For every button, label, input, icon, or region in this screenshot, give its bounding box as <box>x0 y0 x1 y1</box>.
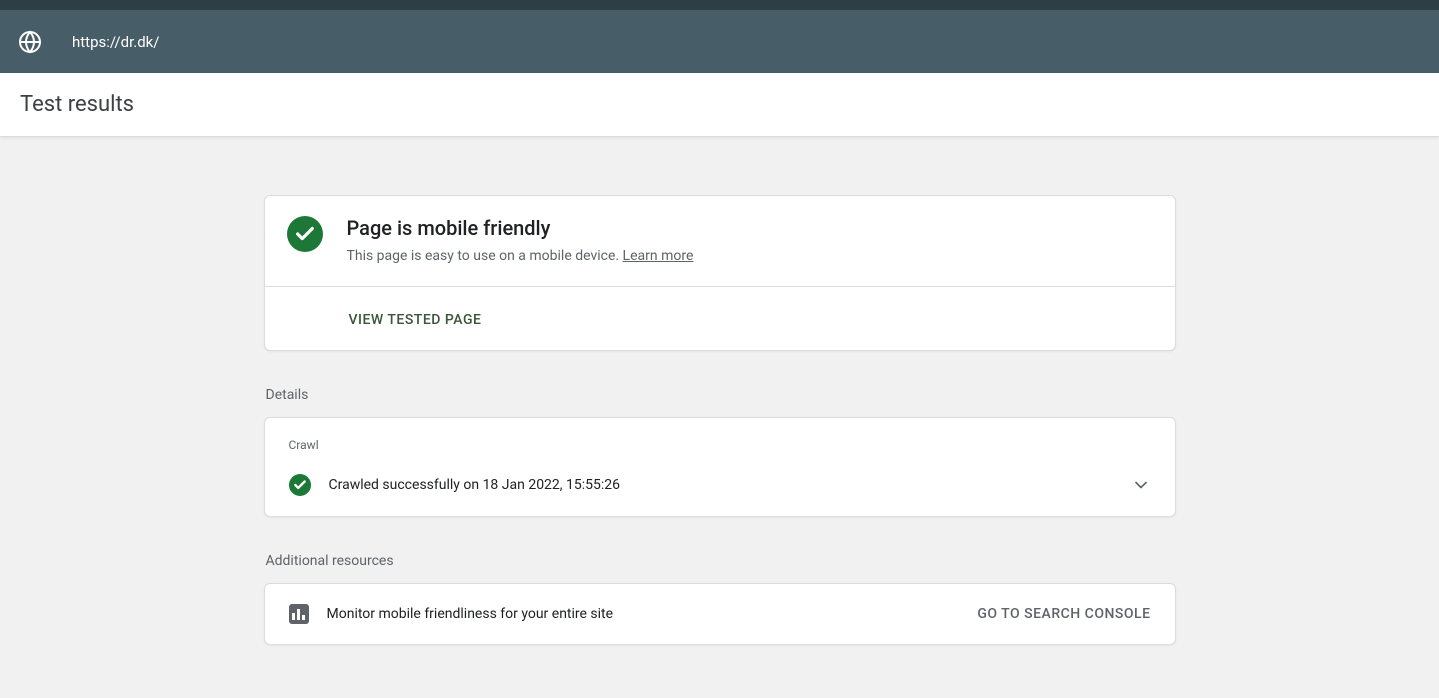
resources-section-label: Additional resources <box>266 553 1176 569</box>
url-bar: https://dr.dk/ <box>0 10 1439 73</box>
globe-icon <box>18 30 42 54</box>
chevron-down-icon[interactable] <box>1131 475 1151 495</box>
result-card: Page is mobile friendly This page is eas… <box>264 195 1176 351</box>
go-to-search-console-button[interactable]: GO TO SEARCH CONSOLE <box>977 606 1150 622</box>
view-tested-page-button[interactable]: VIEW TESTED PAGE <box>349 312 482 328</box>
crawl-card: Crawl Crawled successfully on 18 Jan 202… <box>264 417 1176 517</box>
result-subtext: This page is easy to use on a mobile dev… <box>347 248 694 264</box>
top-bar <box>0 0 1439 10</box>
page-title: Test results <box>20 92 134 117</box>
learn-more-link[interactable]: Learn more <box>623 248 694 264</box>
crawl-success-icon <box>289 474 311 496</box>
crawl-label: Crawl <box>289 438 1151 452</box>
success-check-icon <box>287 216 323 252</box>
content-area: Page is mobile friendly This page is eas… <box>0 137 1439 645</box>
crawl-status-row[interactable]: Crawled successfully on 18 Jan 2022, 15:… <box>289 474 1151 496</box>
crawl-status-text: Crawled successfully on 18 Jan 2022, 15:… <box>329 477 1131 493</box>
title-bar: Test results <box>0 73 1439 137</box>
tested-url: https://dr.dk/ <box>72 33 159 51</box>
bar-chart-icon <box>289 604 309 624</box>
monitor-text: Monitor mobile friendliness for your ent… <box>327 606 978 622</box>
result-heading: Page is mobile friendly <box>347 216 694 240</box>
resources-card: Monitor mobile friendliness for your ent… <box>264 583 1176 645</box>
details-section-label: Details <box>266 387 1176 403</box>
